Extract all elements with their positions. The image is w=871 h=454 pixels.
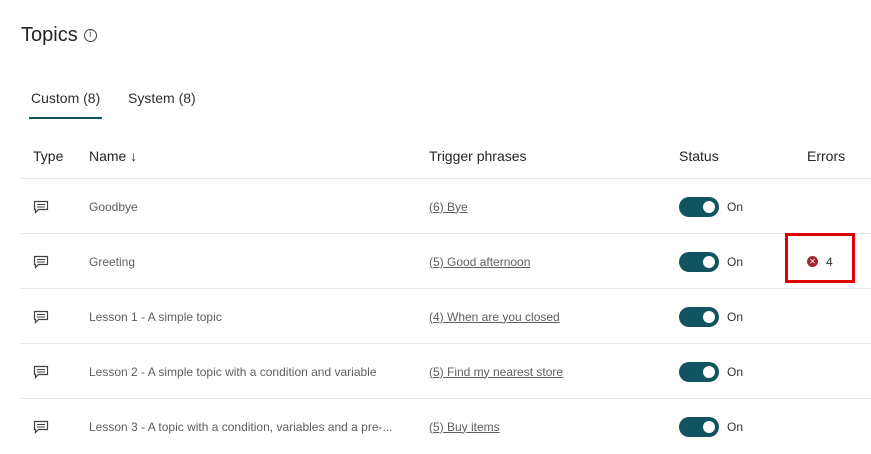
topic-name[interactable]: Lesson 2 - A simple topic with a conditi… [89,344,377,399]
toggle-knob [703,200,715,213]
status-toggle[interactable] [679,251,719,272]
tab-custom-label: Custom (8) [31,90,101,106]
tab-custom[interactable]: Custom (8) [29,88,103,119]
column-header-errors[interactable]: Errors [807,148,845,164]
status-label: On [727,254,744,269]
status-label: On [727,199,744,214]
column-header-trigger-phrases[interactable]: Trigger phrases [429,148,527,164]
toggle-knob [703,255,715,268]
trigger-phrases-link[interactable]: (5) Find my nearest store [429,365,563,379]
status-toggle[interactable] [679,416,719,437]
chat-message-icon [33,365,49,379]
trigger-phrases-link[interactable]: (6) Bye [429,200,468,214]
column-header-status[interactable]: Status [679,148,719,164]
active-tab-indicator [29,117,103,119]
trigger-phrases-link[interactable]: (5) Good afternoon [429,255,530,269]
error-highlight-box [785,233,855,283]
page-title: Topics [21,24,78,46]
table-row[interactable]: Goodbye (6) Bye On [21,179,871,234]
status-toggle[interactable] [679,306,719,327]
column-header-type[interactable]: Type [33,148,63,164]
tab-system[interactable]: System (8) [128,88,196,108]
chat-message-icon [33,310,49,324]
trigger-phrases-link[interactable]: (5) Buy items [429,420,500,434]
tab-system-label: System (8) [128,90,196,106]
page-title-area: Topics i [21,24,97,47]
table-row[interactable]: Greeting (5) Good afternoon On ✕ 4 [21,234,871,289]
table-row[interactable]: Lesson 1 - A simple topic (4) When are y… [21,289,871,344]
toggle-knob [703,310,715,323]
topic-name[interactable]: Lesson 3 - A topic with a condition, var… [89,399,393,454]
chat-message-icon [33,200,49,214]
topic-name[interactable]: Goodbye [89,179,138,234]
status-label: On [727,419,744,434]
info-icon[interactable]: i [83,29,97,42]
topic-name[interactable]: Lesson 1 - A simple topic [89,289,222,344]
chat-message-icon [33,255,49,269]
toggle-knob [703,420,715,433]
status-label: On [727,309,744,324]
topic-name[interactable]: Greeting [89,234,135,289]
chat-message-icon [33,420,49,434]
table-row[interactable]: Lesson 2 - A simple topic with a conditi… [21,344,871,399]
trigger-phrases-link[interactable]: (4) When are you closed [429,310,560,324]
status-toggle[interactable] [679,196,719,217]
status-label: On [727,364,744,379]
toggle-knob [703,365,715,378]
table-row[interactable]: Lesson 3 - A topic with a condition, var… [21,399,871,454]
status-toggle[interactable] [679,361,719,382]
column-header-name[interactable]: Name ↓ [89,148,137,164]
